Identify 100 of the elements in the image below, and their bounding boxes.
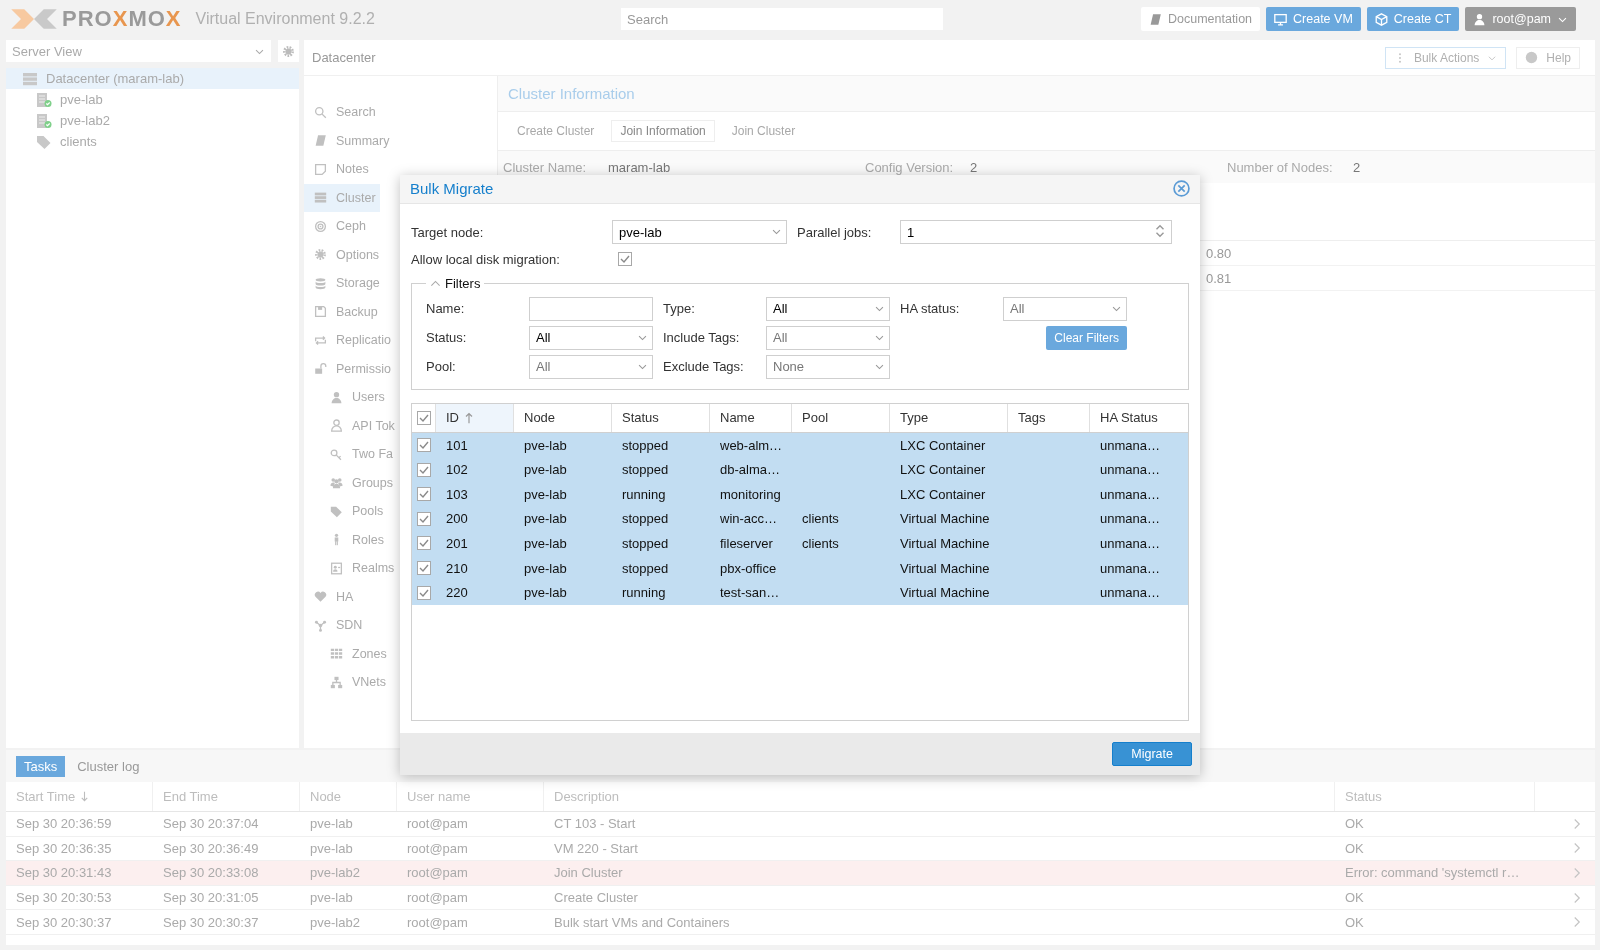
- table-cell: pve-lab: [524, 462, 567, 478]
- nav-item[interactable]: Storage: [304, 269, 384, 298]
- column-header[interactable]: Node: [514, 403, 612, 432]
- tab[interactable]: Tasks: [16, 755, 66, 777]
- nav-item[interactable]: Roles: [304, 525, 388, 554]
- table-cell: Sep 30 20:31:43: [16, 865, 112, 881]
- dropdown-field[interactable]: All: [766, 325, 890, 350]
- table-cell: root@pam: [407, 914, 468, 930]
- create-vm-button[interactable]: Create VM: [1266, 7, 1361, 31]
- migrate-button[interactable]: Migrate: [1112, 741, 1192, 766]
- table-row[interactable]: 220 pve-lab running test-san… Virtual Machine unmana…: [412, 580, 1188, 605]
- table-cell: Virtual Machine: [900, 536, 990, 551]
- database-icon: [314, 276, 327, 290]
- search-icon: [314, 105, 327, 119]
- search-field[interactable]: Search: [621, 8, 943, 30]
- checkbox[interactable]: [618, 252, 632, 267]
- column-header[interactable]: Name: [710, 403, 792, 432]
- nav-item[interactable]: Permissio: [304, 354, 395, 383]
- table-row[interactable]: 101 pve-lab stopped web-alm… LXC Container unmana…: [412, 432, 1188, 458]
- table-row[interactable]: 102 pve-lab stopped db-alma… LXC Container unmana…: [412, 457, 1188, 482]
- tree-item[interactable]: pve-lab2: [6, 110, 299, 131]
- table-row[interactable]: 103 pve-lab running monitoring LXC Container unmana…: [412, 482, 1188, 507]
- field-label: Cluster Name:: [503, 159, 588, 175]
- table-cell: stopped: [622, 536, 669, 551]
- column-header[interactable]: End Time: [153, 782, 300, 811]
- column-header[interactable]: Node: [300, 782, 397, 811]
- tree-item[interactable]: clients: [6, 131, 299, 152]
- dropdown-field[interactable]: All: [529, 354, 653, 379]
- column-header[interactable]: Status: [1335, 782, 1535, 811]
- table-cell: Sep 30 20:37:04: [163, 816, 259, 832]
- documentation-button[interactable]: Documentation: [1140, 7, 1261, 31]
- user-menu-button[interactable]: root@pam: [1465, 7, 1576, 31]
- column-header[interactable]: Start Time: [6, 782, 153, 811]
- table-row[interactable]: 200 pve-lab stopped win-acc… clients Virtual Machine unmana…: [412, 506, 1188, 532]
- checkbox[interactable]: [417, 585, 431, 600]
- select-all-checkbox[interactable]: [417, 410, 431, 425]
- checkbox[interactable]: [417, 536, 431, 551]
- table-cell: pve-lab: [524, 560, 567, 576]
- toolbar-button[interactable]: Join Information: [611, 120, 715, 142]
- checkbox[interactable]: [417, 487, 431, 502]
- dropdown-field[interactable]: pve-lab: [612, 220, 787, 245]
- nav-item[interactable]: Realms: [304, 554, 399, 583]
- column-header[interactable]: Pool: [792, 403, 890, 432]
- field-label: Include Tags:: [663, 330, 741, 346]
- number-field[interactable]: 1: [900, 220, 1172, 245]
- table-row[interactable]: 210 pve-lab stopped pbx-office Virtual Machine unmana…: [412, 555, 1188, 581]
- bulk-actions-button[interactable]: Bulk Actions: [1384, 46, 1507, 69]
- table-cell: pve-lab: [310, 816, 353, 832]
- table-cell: Bulk start VMs and Containers: [554, 914, 730, 930]
- nav-item[interactable]: VNets: [304, 668, 391, 697]
- nav-item[interactable]: Ceph: [304, 212, 370, 241]
- create-ct-button[interactable]: Create CT: [1366, 7, 1460, 31]
- dropdown-field[interactable]: All: [529, 325, 653, 350]
- nav-item[interactable]: Groups: [304, 468, 397, 497]
- column-header[interactable]: Type: [890, 403, 1008, 432]
- nav-item[interactable]: Replicatio: [304, 326, 395, 355]
- table-cell: pbx-office: [720, 560, 777, 576]
- nav-item[interactable]: Options: [304, 240, 384, 269]
- nav-item[interactable]: Cluster: [304, 183, 380, 212]
- dropdown-field[interactable]: All: [766, 296, 890, 321]
- column-header[interactable]: HA Status: [1090, 403, 1188, 432]
- close-icon[interactable]: [1173, 180, 1190, 198]
- nav-item[interactable]: API Tok: [304, 411, 399, 440]
- gear-icon: [282, 44, 295, 58]
- nav-item[interactable]: Notes: [304, 155, 373, 184]
- field-label: Number of Nodes:: [1227, 159, 1334, 175]
- tab[interactable]: Cluster log: [69, 755, 148, 777]
- column-header[interactable]: Tags: [1008, 403, 1090, 432]
- column-header[interactable]: Description: [544, 782, 1335, 811]
- collapse-toggle[interactable]: Filters: [426, 275, 485, 291]
- checkbox[interactable]: [417, 462, 431, 477]
- nav-item[interactable]: Users: [304, 383, 389, 412]
- settings-button[interactable]: [278, 40, 299, 62]
- checkbox[interactable]: [417, 438, 431, 453]
- nav-item[interactable]: Pools: [304, 497, 388, 526]
- table-cell: Virtual Machine: [900, 585, 990, 601]
- tree-item[interactable]: Datacenter (maram-lab): [6, 68, 299, 89]
- nav-item[interactable]: Backup: [304, 297, 382, 326]
- nav-item[interactable]: Zones: [304, 639, 391, 668]
- table-row[interactable]: 201 pve-lab stopped fileserver clients Virtual Machine unmana…: [412, 531, 1188, 556]
- nav-item[interactable]: Summary: [304, 126, 394, 155]
- column-header[interactable]: ID: [436, 403, 514, 432]
- column-header[interactable]: User name: [397, 782, 544, 811]
- view-selector[interactable]: Server View: [6, 40, 271, 62]
- checkbox[interactable]: [417, 511, 431, 526]
- help-button[interactable]: Help: [1516, 46, 1580, 69]
- input-field[interactable]: [529, 296, 653, 321]
- dropdown-field[interactable]: None: [766, 354, 890, 379]
- nav-item[interactable]: HA: [304, 582, 358, 611]
- nav-item[interactable]: SDN: [304, 611, 367, 640]
- table-cell: Sep 30 20:30:37: [16, 914, 112, 930]
- tag-icon: [330, 504, 343, 518]
- tree-item[interactable]: pve-lab: [6, 89, 299, 110]
- nav-item[interactable]: Two Fa: [304, 440, 397, 469]
- checkbox[interactable]: [417, 561, 431, 576]
- nav-item[interactable]: Search: [304, 98, 380, 127]
- column-header[interactable]: Status: [612, 403, 710, 432]
- field-value: 2: [970, 159, 978, 175]
- dropdown-field[interactable]: All: [1003, 296, 1127, 321]
- server-check-icon: [36, 112, 52, 129]
